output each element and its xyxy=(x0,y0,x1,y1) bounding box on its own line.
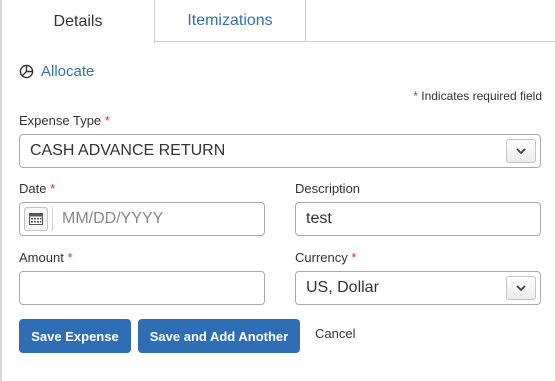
description-label: Description xyxy=(295,181,360,196)
calendar-button[interactable] xyxy=(24,207,48,231)
expense-type-value: CASH ADVANCE RETURN xyxy=(30,142,226,159)
date-placeholder: MM/DD/YYYY xyxy=(62,210,164,227)
tab-itemizations-label: Itemizations xyxy=(187,12,273,29)
description-label-text: Description xyxy=(295,181,361,196)
tab-bar-divider xyxy=(155,41,555,42)
required-note-text: Indicates required field xyxy=(421,89,542,103)
allocate-pie-icon xyxy=(19,64,34,79)
tab-bar: Details Itemizations xyxy=(2,0,555,43)
amount-label-text: Amount xyxy=(19,250,64,265)
chevron-down-icon xyxy=(516,147,526,154)
description-value: test xyxy=(306,210,332,227)
tab-details-label: Details xyxy=(53,12,103,30)
required-field-note: * Indicates required field xyxy=(413,89,542,103)
required-star: * xyxy=(50,181,56,196)
expense-type-label-text: Expense Type xyxy=(19,113,102,128)
calendar-icon xyxy=(29,213,43,225)
currency-label: Currency * xyxy=(295,250,356,265)
cancel-link[interactable]: Cancel xyxy=(315,326,355,341)
save-expense-button[interactable]: Save Expense xyxy=(19,319,131,353)
required-star: * xyxy=(351,250,357,265)
currency-value: US, Dollar xyxy=(306,279,379,296)
amount-label: Amount * xyxy=(19,250,73,265)
allocate-link[interactable]: Allocate xyxy=(19,63,94,80)
currency-dropdown-button[interactable] xyxy=(506,276,536,300)
date-label-text: Date xyxy=(19,181,47,196)
date-field[interactable]: MM/DD/YYYY xyxy=(19,202,265,236)
expense-type-select[interactable]: CASH ADVANCE RETURN xyxy=(19,134,541,168)
required-star: * xyxy=(413,89,418,103)
expense-type-label: Expense Type * xyxy=(19,113,110,128)
currency-label-text: Currency xyxy=(295,250,348,265)
expense-type-dropdown-button[interactable] xyxy=(506,139,536,163)
chevron-down-icon xyxy=(516,284,526,291)
allocate-label: Allocate xyxy=(41,63,95,80)
required-star: * xyxy=(67,250,73,265)
tab-itemizations[interactable]: Itemizations xyxy=(155,0,306,42)
left-edge xyxy=(0,0,2,381)
amount-input[interactable] xyxy=(19,271,265,305)
currency-select[interactable]: US, Dollar xyxy=(295,271,541,305)
required-star: * xyxy=(104,113,110,128)
date-label: Date * xyxy=(19,181,55,196)
save-and-add-another-button[interactable]: Save and Add Another xyxy=(138,319,300,353)
tab-details[interactable]: Details xyxy=(2,0,155,43)
description-input[interactable]: test xyxy=(295,202,541,236)
